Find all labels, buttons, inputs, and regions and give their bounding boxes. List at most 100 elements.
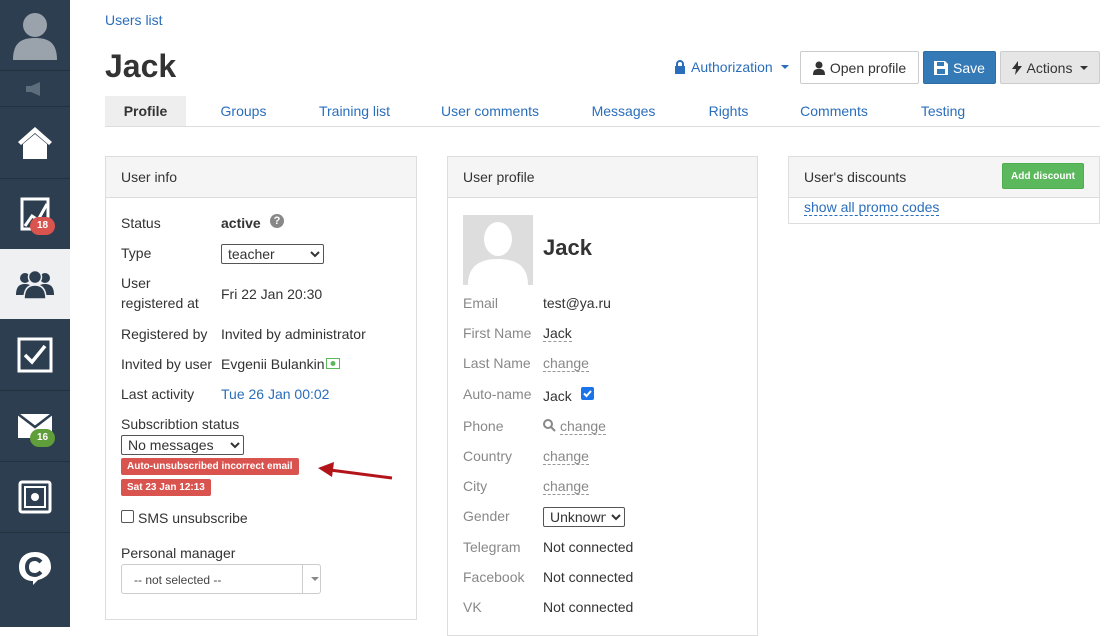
status-value: active bbox=[221, 215, 261, 231]
facebook-label: Facebook bbox=[463, 569, 525, 585]
user-info-heading: User info bbox=[106, 157, 416, 198]
country-change-link[interactable]: change bbox=[543, 448, 589, 465]
registered-label-line2: registered at bbox=[121, 295, 199, 311]
user-profile-heading: User profile bbox=[448, 157, 757, 198]
caret-down-icon bbox=[311, 577, 319, 581]
profile-tabs: Profile Groups Training list User commen… bbox=[105, 96, 1100, 127]
subscription-select[interactable]: No messages bbox=[121, 435, 244, 455]
registered-by-label: Registered by bbox=[121, 326, 208, 342]
authorization-label: Authorization bbox=[691, 59, 773, 75]
lightning-icon bbox=[1011, 60, 1022, 75]
checkbox-icon bbox=[17, 337, 53, 372]
save-label: Save bbox=[953, 59, 985, 76]
phone-change-link[interactable]: change bbox=[560, 418, 606, 435]
chat-c-icon bbox=[19, 552, 51, 585]
sidebar-item-tasks[interactable] bbox=[0, 319, 70, 390]
personal-manager-label: Personal manager bbox=[121, 545, 236, 561]
gender-label: Gender bbox=[463, 508, 510, 524]
facebook-value: Not connected bbox=[543, 569, 634, 585]
auto-name-label: Auto-name bbox=[463, 386, 532, 402]
tab-testing[interactable]: Testing bbox=[910, 96, 976, 126]
show-promo-codes-link[interactable]: show all promo codes bbox=[804, 200, 940, 216]
invited-by-value: Evgenii Bulankin bbox=[221, 356, 325, 372]
country-label: Country bbox=[463, 448, 513, 464]
first-name-value[interactable]: Jack bbox=[543, 325, 572, 342]
sidebar-item-users[interactable] bbox=[0, 249, 70, 319]
tab-training-list[interactable]: Training list bbox=[308, 96, 401, 126]
vk-value: Not connected bbox=[543, 599, 634, 615]
subscription-label: Subscribtion status bbox=[121, 416, 240, 432]
type-select[interactable]: teacher bbox=[221, 244, 324, 264]
annotation-arrow-icon bbox=[318, 462, 393, 480]
last-activity-label: Last activity bbox=[121, 386, 195, 402]
user-info-panel: User info Status active ? Type teacher U… bbox=[105, 156, 417, 620]
first-name-label: First Name bbox=[463, 325, 532, 341]
profile-photo[interactable] bbox=[463, 215, 533, 285]
search-icon bbox=[543, 419, 556, 432]
authorization-dropdown[interactable]: Authorization bbox=[674, 59, 789, 75]
telegram-value: Not connected bbox=[543, 539, 634, 555]
registered-label-line1: User bbox=[121, 275, 151, 291]
save-button[interactable]: Save bbox=[923, 51, 996, 84]
page-title: Jack bbox=[105, 48, 177, 84]
user-profile-panel: User profile Jack Email test@ya.ru First… bbox=[447, 156, 758, 636]
city-change-link[interactable]: change bbox=[543, 478, 589, 495]
users-icon bbox=[16, 269, 54, 299]
discounts-heading: User's discounts bbox=[804, 169, 907, 185]
tab-user-comments[interactable]: User comments bbox=[430, 96, 550, 126]
checkmark-icon bbox=[583, 390, 592, 398]
tab-comments[interactable]: Comments bbox=[791, 96, 877, 126]
type-label: Type bbox=[121, 245, 152, 261]
sidebar-item-statistics[interactable]: 18 bbox=[0, 179, 70, 249]
last-activity-link[interactable]: Tue 26 Jan 00:02 bbox=[221, 386, 329, 402]
stats-badge: 18 bbox=[30, 217, 56, 235]
personal-manager-select[interactable]: -- not selected -- bbox=[121, 564, 321, 594]
user-silhouette-icon bbox=[463, 215, 533, 285]
money-icon bbox=[326, 358, 340, 369]
sidebar-item-safe[interactable] bbox=[0, 462, 70, 532]
tab-messages[interactable]: Messages bbox=[580, 96, 667, 126]
open-profile-button[interactable]: Open profile bbox=[800, 51, 919, 84]
registered-value: Fri 22 Jan 20:30 bbox=[221, 286, 323, 302]
telegram-label: Telegram bbox=[463, 539, 521, 555]
email-label: Email bbox=[463, 295, 499, 311]
auto-unsubscribed-tag: Auto-unsubscribed incorrect email bbox=[121, 458, 299, 475]
status-label: Status bbox=[121, 215, 161, 231]
tab-profile[interactable]: Profile bbox=[105, 96, 186, 126]
email-value: test@ya.ru bbox=[543, 295, 611, 311]
tab-rights[interactable]: Rights bbox=[698, 96, 759, 126]
registered-by-value: Invited by administrator bbox=[221, 326, 366, 342]
auto-name-checkbox[interactable] bbox=[581, 387, 594, 400]
actions-dropdown-button[interactable]: Actions bbox=[1000, 51, 1100, 84]
auto-name-value: Jack bbox=[543, 388, 572, 404]
megaphone-icon bbox=[26, 81, 40, 96]
gender-select[interactable]: Unknown bbox=[543, 507, 625, 527]
floppy-disk-icon bbox=[934, 60, 949, 75]
sidebar-item-home[interactable] bbox=[0, 107, 70, 178]
actions-label: Actions bbox=[1026, 59, 1073, 76]
sidebar-item-announcements[interactable] bbox=[0, 71, 70, 106]
lock-icon bbox=[675, 60, 685, 74]
user-discounts-panel: User's discounts Add discount show all p… bbox=[788, 156, 1100, 224]
sidebar-avatar[interactable] bbox=[0, 0, 70, 70]
user-icon bbox=[812, 61, 825, 75]
safe-icon bbox=[18, 480, 52, 514]
messages-badge: 16 bbox=[30, 429, 56, 447]
help-icon[interactable]: ? bbox=[270, 214, 284, 228]
sidebar: 18 16 bbox=[0, 0, 70, 627]
last-name-label: Last Name bbox=[463, 355, 531, 371]
add-discount-button[interactable]: Add discount bbox=[1002, 163, 1084, 189]
tab-groups[interactable]: Groups bbox=[205, 96, 282, 126]
last-name-change-link[interactable]: change bbox=[543, 355, 589, 372]
invited-by-label: Invited by user bbox=[121, 356, 213, 372]
sidebar-item-chat[interactable] bbox=[0, 533, 70, 603]
caret-down-icon bbox=[1080, 65, 1089, 70]
home-icon bbox=[18, 126, 52, 159]
personal-manager-value: -- not selected -- bbox=[134, 573, 222, 587]
profile-name: Jack bbox=[543, 235, 592, 260]
sms-unsubscribe-label: SMS unsubscribe bbox=[138, 510, 248, 526]
caret-down-icon bbox=[780, 65, 789, 69]
breadcrumb-users-list[interactable]: Users list bbox=[105, 12, 163, 28]
sms-unsubscribe-checkbox[interactable] bbox=[121, 510, 134, 523]
sidebar-item-messages[interactable]: 16 bbox=[0, 391, 70, 461]
